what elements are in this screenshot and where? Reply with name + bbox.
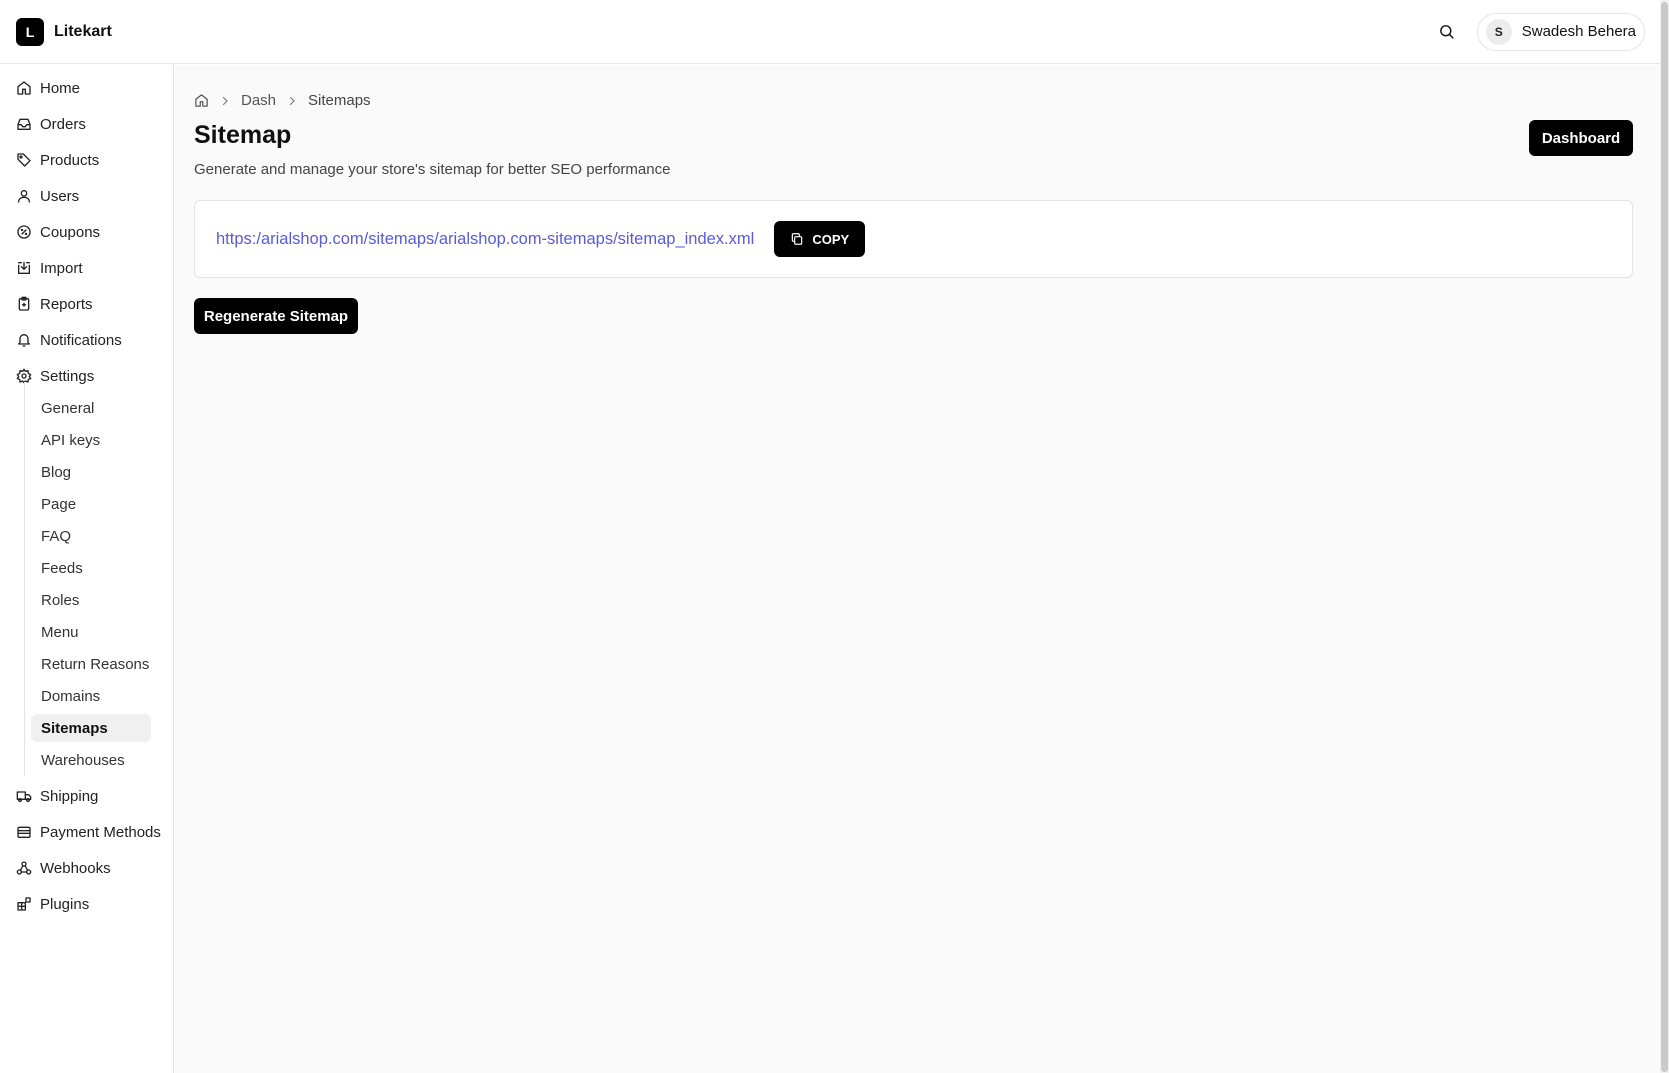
sidebar-subitem-general[interactable]: General [31, 394, 151, 422]
page-title: Sitemap [194, 121, 292, 149]
sidebar-item-label: Shipping [40, 787, 99, 805]
sidebar-item-payment-methods[interactable]: Payment Methods [16, 818, 161, 846]
sidebar-item-label: Products [40, 151, 100, 169]
sidebar-subitem-roles[interactable]: Roles [31, 586, 151, 614]
clipboard-icon [16, 296, 32, 312]
breadcrumb-current: Sitemaps [308, 92, 371, 109]
sidebar-item-settings[interactable]: Settings [16, 362, 94, 390]
sidebar-item-reports[interactable]: Reports [16, 290, 93, 318]
sidebar-item-label: Payment Methods [40, 823, 161, 841]
sidebar-item-label: Plugins [40, 895, 90, 913]
sidebar-subitem-sitemaps[interactable]: Sitemaps [31, 714, 151, 742]
copy-icon [790, 232, 804, 246]
sidebar-subitem-faq[interactable]: FAQ [31, 522, 151, 550]
sidebar-item-orders[interactable]: Orders [16, 110, 86, 138]
tag-icon [16, 152, 32, 168]
sidebar-subitem-menu[interactable]: Menu [31, 618, 151, 646]
dashboard-button[interactable]: Dashboard [1529, 120, 1633, 156]
app-logo: L [16, 17, 44, 46]
sidebar-item-import[interactable]: Import [16, 254, 83, 282]
sidebar-item-webhooks[interactable]: Webhooks [16, 854, 111, 882]
blocks-icon [16, 896, 32, 912]
search-icon [1438, 23, 1455, 40]
chevron-right-icon [219, 95, 231, 107]
sidebar-item-coupons[interactable]: Coupons [16, 218, 100, 246]
inbox-icon [16, 116, 32, 132]
sitemap-url-link[interactable]: https:/arialshop.com/sitemaps/arialshop.… [216, 230, 754, 249]
sidebar-subitem-domains[interactable]: Domains [31, 682, 151, 710]
sidebar-subitem-feeds[interactable]: Feeds [31, 554, 151, 582]
sidebar-subitem-warehouses[interactable]: Warehouses [31, 746, 151, 774]
sidebar-subitem-blog[interactable]: Blog [31, 458, 151, 486]
bell-icon [16, 332, 32, 348]
sidebar-item-users[interactable]: Users [16, 182, 79, 210]
sidebar-item-home[interactable]: Home [16, 74, 80, 102]
user-name: Swadesh Behera [1521, 23, 1636, 40]
chevron-right-icon [286, 95, 298, 107]
copy-button[interactable]: COPY [774, 221, 866, 257]
webhook-icon [16, 860, 32, 876]
sidebar-item-label: Webhooks [40, 859, 111, 877]
regenerate-sitemap-button[interactable]: Regenerate Sitemap [194, 298, 358, 334]
sidebar-subitem-return-reasons[interactable]: Return Reasons [31, 650, 151, 678]
sidebar-item-products[interactable]: Products [16, 146, 99, 174]
sidebar-item-notifications[interactable]: Notifications [16, 326, 122, 354]
sidebar-item-shipping[interactable]: Shipping [16, 782, 98, 810]
import-icon [16, 260, 32, 276]
sidebar-item-label: Reports [40, 295, 93, 313]
app-name: Litekart [54, 22, 112, 40]
sidebar-item-label: Coupons [40, 223, 101, 241]
breadcrumb-link-dash[interactable]: Dash [241, 92, 276, 109]
sidebar-item-label: Orders [40, 115, 86, 133]
user-icon [16, 188, 32, 204]
breadcrumb: Dash Sitemaps [194, 92, 371, 109]
wallet-icon [16, 824, 32, 840]
home-icon[interactable] [194, 93, 209, 108]
brand[interactable]: L Litekart [16, 17, 112, 46]
sidebar-item-label: Settings [40, 367, 95, 385]
avatar: S [1485, 18, 1512, 45]
page-description: Generate and manage your store's sitemap… [194, 161, 671, 178]
truck-icon [16, 788, 32, 804]
user-menu-button[interactable]: S Swadesh Behera [1476, 12, 1645, 51]
sidebar-subitem-page[interactable]: Page [31, 490, 151, 518]
sidebar-item-label: Notifications [40, 331, 122, 349]
sidebar-subitem-api-keys[interactable]: API keys [31, 426, 151, 454]
home-icon [16, 80, 32, 96]
sidebar-item-label: Import [40, 259, 83, 277]
sidebar: Home Orders Products Users Coupons Impor… [0, 64, 174, 1073]
top-bar: L Litekart S Swadesh Behera [0, 0, 1669, 64]
sidebar-item-label: Users [40, 187, 80, 205]
copy-button-label: COPY [812, 231, 850, 247]
settings-submenu-divider [24, 382, 25, 776]
scrollbar-thumb[interactable] [1661, 2, 1668, 1072]
badge-percent-icon [16, 224, 32, 240]
sidebar-item-plugins[interactable]: Plugins [16, 890, 89, 918]
search-button[interactable] [1431, 16, 1463, 48]
sitemap-url-card: https:/arialshop.com/sitemaps/arialshop.… [194, 200, 1633, 278]
sidebar-item-label: Home [40, 79, 81, 97]
